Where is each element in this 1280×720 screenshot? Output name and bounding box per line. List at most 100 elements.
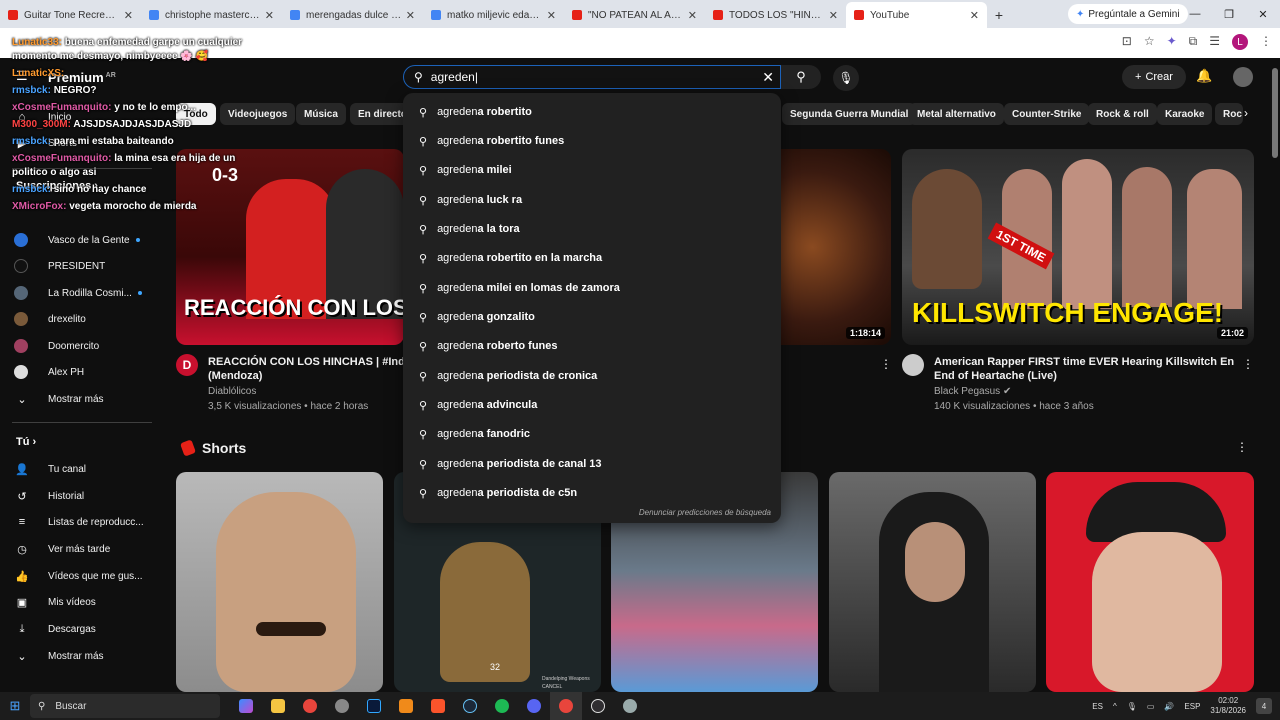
voice-search-button[interactable]: 🎙 [833, 65, 859, 91]
menu-kebab-icon[interactable]: ⋮ [1260, 34, 1272, 50]
chip-counter-strike[interactable]: Counter-Strike [1004, 103, 1090, 125]
short-thumbnail[interactable] [829, 472, 1036, 692]
sidebar-sub-rodilla[interactable]: La Rodilla Cosmi... [14, 284, 154, 302]
suggestion-item[interactable]: ⚲ agreden a gonzalito [403, 304, 781, 330]
close-tab-icon[interactable]: ✕ [547, 9, 556, 22]
sidebar-item-historial[interactable]: ↺ Historial [14, 487, 154, 505]
sidebar-item-listas[interactable]: ≡ Listas de reproducc... [14, 513, 154, 531]
sidebar-show-more-subs[interactable]: ⌄ Mostrar más [14, 390, 154, 408]
suggestion-item[interactable]: ⚲ agreden a luck ra [403, 187, 781, 213]
language-indicator[interactable]: ES [1092, 702, 1103, 711]
chip-musica[interactable]: Música [296, 103, 346, 125]
chip-rock-and-roll[interactable]: Rock & roll [1088, 103, 1157, 125]
extensions-icon[interactable]: ⧉ [1189, 34, 1198, 50]
windows-start-icon[interactable]: ⊞ [0, 698, 30, 714]
browser-tab[interactable]: merengadas dulce - Busca ✕ [282, 2, 423, 28]
network-icon[interactable]: ▭ [1147, 702, 1155, 711]
more-options-icon[interactable]: ⋮ [1242, 357, 1254, 371]
short-thumbnail[interactable] [176, 472, 383, 692]
sidebar-item-videos-gustan[interactable]: 👍 Vídeos que me gus... [14, 567, 154, 585]
more-options-icon[interactable]: ⋮ [880, 357, 892, 371]
discord-icon[interactable] [518, 692, 550, 720]
video-thumbnail[interactable]: 1ST TIME KILLSWITCH ENGAGE! 21:02 [902, 149, 1254, 345]
copilot-icon[interactable] [230, 692, 262, 720]
suggestion-item[interactable]: ⚲ agreden a fanodric [403, 421, 781, 447]
close-tab-icon[interactable]: ✕ [688, 9, 697, 22]
video-title-line2[interactable]: (Mendoza) [208, 369, 262, 383]
volume-icon[interactable]: 🔊 [1164, 702, 1174, 711]
chevron-up-icon[interactable]: ^ [1113, 702, 1117, 711]
obs-icon[interactable] [582, 692, 614, 720]
keyboard-layout[interactable]: ESP [1184, 702, 1200, 711]
suggestion-item[interactable]: ⚲ agreden a advincula [403, 392, 781, 418]
brave-icon[interactable] [422, 692, 454, 720]
suggestion-item[interactable]: ⚲ agreden a robertito en la marcha [403, 245, 781, 271]
scrollbar-thumb[interactable] [1272, 68, 1278, 158]
chip-rock[interactable]: Roc [1215, 103, 1243, 125]
close-tab-icon[interactable]: ✕ [829, 9, 838, 22]
create-button[interactable]: + Crear [1122, 65, 1186, 89]
chevron-right-icon[interactable]: › [1244, 106, 1248, 120]
search-button[interactable]: ⚲ [781, 65, 821, 89]
video-title[interactable]: REACCIÓN CON LOS HINCHAS | #Indepe [208, 355, 404, 369]
notifications-bell-icon[interactable]: 🔔 [1196, 68, 1212, 84]
sidebar-show-more-you[interactable]: ⌄ Mostrar más [14, 647, 154, 665]
suggestion-item[interactable]: ⚲ agreden a roberto funes [403, 333, 781, 359]
close-tab-icon[interactable]: ✕ [124, 9, 133, 22]
channel-avatar[interactable]: D [176, 354, 198, 376]
app-icon[interactable] [326, 692, 358, 720]
report-predictions-link[interactable]: Denunciar predicciones de búsqueda [639, 508, 771, 517]
suggestion-item[interactable]: ⚲ agreden a periodista de canal 13 [403, 451, 781, 477]
close-tab-icon[interactable]: ✕ [406, 9, 415, 22]
browser-tab[interactable]: matko miljevic edad - Bus ✕ [423, 2, 564, 28]
fl-studio-icon[interactable] [390, 692, 422, 720]
sidebar-sub-alexph[interactable]: Alex PH [14, 363, 154, 381]
suggestion-item[interactable]: ⚲ agreden a robertito funes [403, 128, 781, 154]
file-explorer-icon[interactable] [262, 692, 294, 720]
chrome-icon[interactable] [294, 692, 326, 720]
video-title[interactable]: American Rapper FIRST time EVER Hearing … [934, 355, 1234, 369]
sidebar-item-descargas[interactable]: ⤓ Descargas [14, 620, 154, 638]
channel-name[interactable]: Diablólicos [208, 384, 256, 399]
sidebar-item-tu-canal[interactable]: 👤 Tu canal [14, 460, 154, 478]
short-thumbnail[interactable] [1046, 472, 1254, 692]
reading-list-icon[interactable]: ☰ [1209, 34, 1220, 50]
bookmark-star-icon[interactable]: ☆ [1144, 34, 1155, 50]
suggestion-item[interactable]: ⚲ agreden a periodista de cronica [403, 363, 781, 389]
translate-icon[interactable]: ✦ [1167, 34, 1177, 50]
chrome-active-icon[interactable] [550, 692, 582, 720]
taskbar-search[interactable]: ⚲ Buscar [30, 694, 220, 718]
browser-tab-active[interactable]: YouTube ✕ [846, 2, 987, 28]
gemini-button[interactable]: ✦ Pregúntale a Gemini [1068, 4, 1188, 24]
steam-icon[interactable] [454, 692, 486, 720]
close-window-icon[interactable]: ✕ [1246, 0, 1280, 28]
sidebar-sub-vasco[interactable]: Vasco de la Gente [14, 231, 154, 249]
sidebar-sub-doomercito[interactable]: Doomercito [14, 337, 154, 355]
search-input[interactable]: ⚲ agreden | ✕ [403, 65, 781, 89]
notifications-icon[interactable]: 4 [1256, 698, 1272, 714]
video-title-line2[interactable]: End of Heartache (Live) [934, 369, 1057, 383]
spotify-icon[interactable] [486, 692, 518, 720]
minimize-icon[interactable]: — [1178, 0, 1212, 28]
chip-segunda-guerra-mundial[interactable]: Segunda Guerra Mundial [782, 103, 917, 125]
microphone-icon[interactable]: 🎙 [1127, 702, 1137, 711]
you-heading[interactable]: Tú › [16, 436, 36, 448]
page-scrollbar[interactable] [1270, 58, 1280, 692]
account-avatar[interactable] [1233, 67, 1253, 87]
install-app-icon[interactable]: ⊡ [1122, 34, 1132, 50]
photoshop-icon[interactable] [358, 692, 390, 720]
suggestion-item[interactable]: ⚲ agreden a robertito [403, 99, 781, 125]
suggestion-item[interactable]: ⚲ agreden a periodista de c5n [403, 480, 781, 506]
sidebar-sub-drexelito[interactable]: drexelito [14, 310, 154, 328]
browser-tab[interactable]: Guitar Tone Recreation | A ✕ [0, 2, 141, 28]
profile-avatar[interactable]: L [1232, 34, 1248, 50]
taskbar-clock[interactable]: 02:02 31/8/2026 [1210, 696, 1246, 716]
sidebar-item-mis-videos[interactable]: ▣ Mis vídeos [14, 593, 154, 611]
close-tab-icon[interactable]: ✕ [970, 9, 979, 22]
close-tab-icon[interactable]: ✕ [265, 9, 274, 22]
channel-name[interactable]: Black Pegasus ✔ [934, 384, 1011, 399]
browser-tab[interactable]: "NO PATEAN AL ARCO" 🔥 ✕ [564, 2, 705, 28]
browser-tab[interactable]: christophe masterchef - B ✕ [141, 2, 282, 28]
sidebar-sub-president[interactable]: PRESIDENT [14, 257, 154, 275]
more-options-icon[interactable]: ⋮ [1236, 440, 1248, 454]
